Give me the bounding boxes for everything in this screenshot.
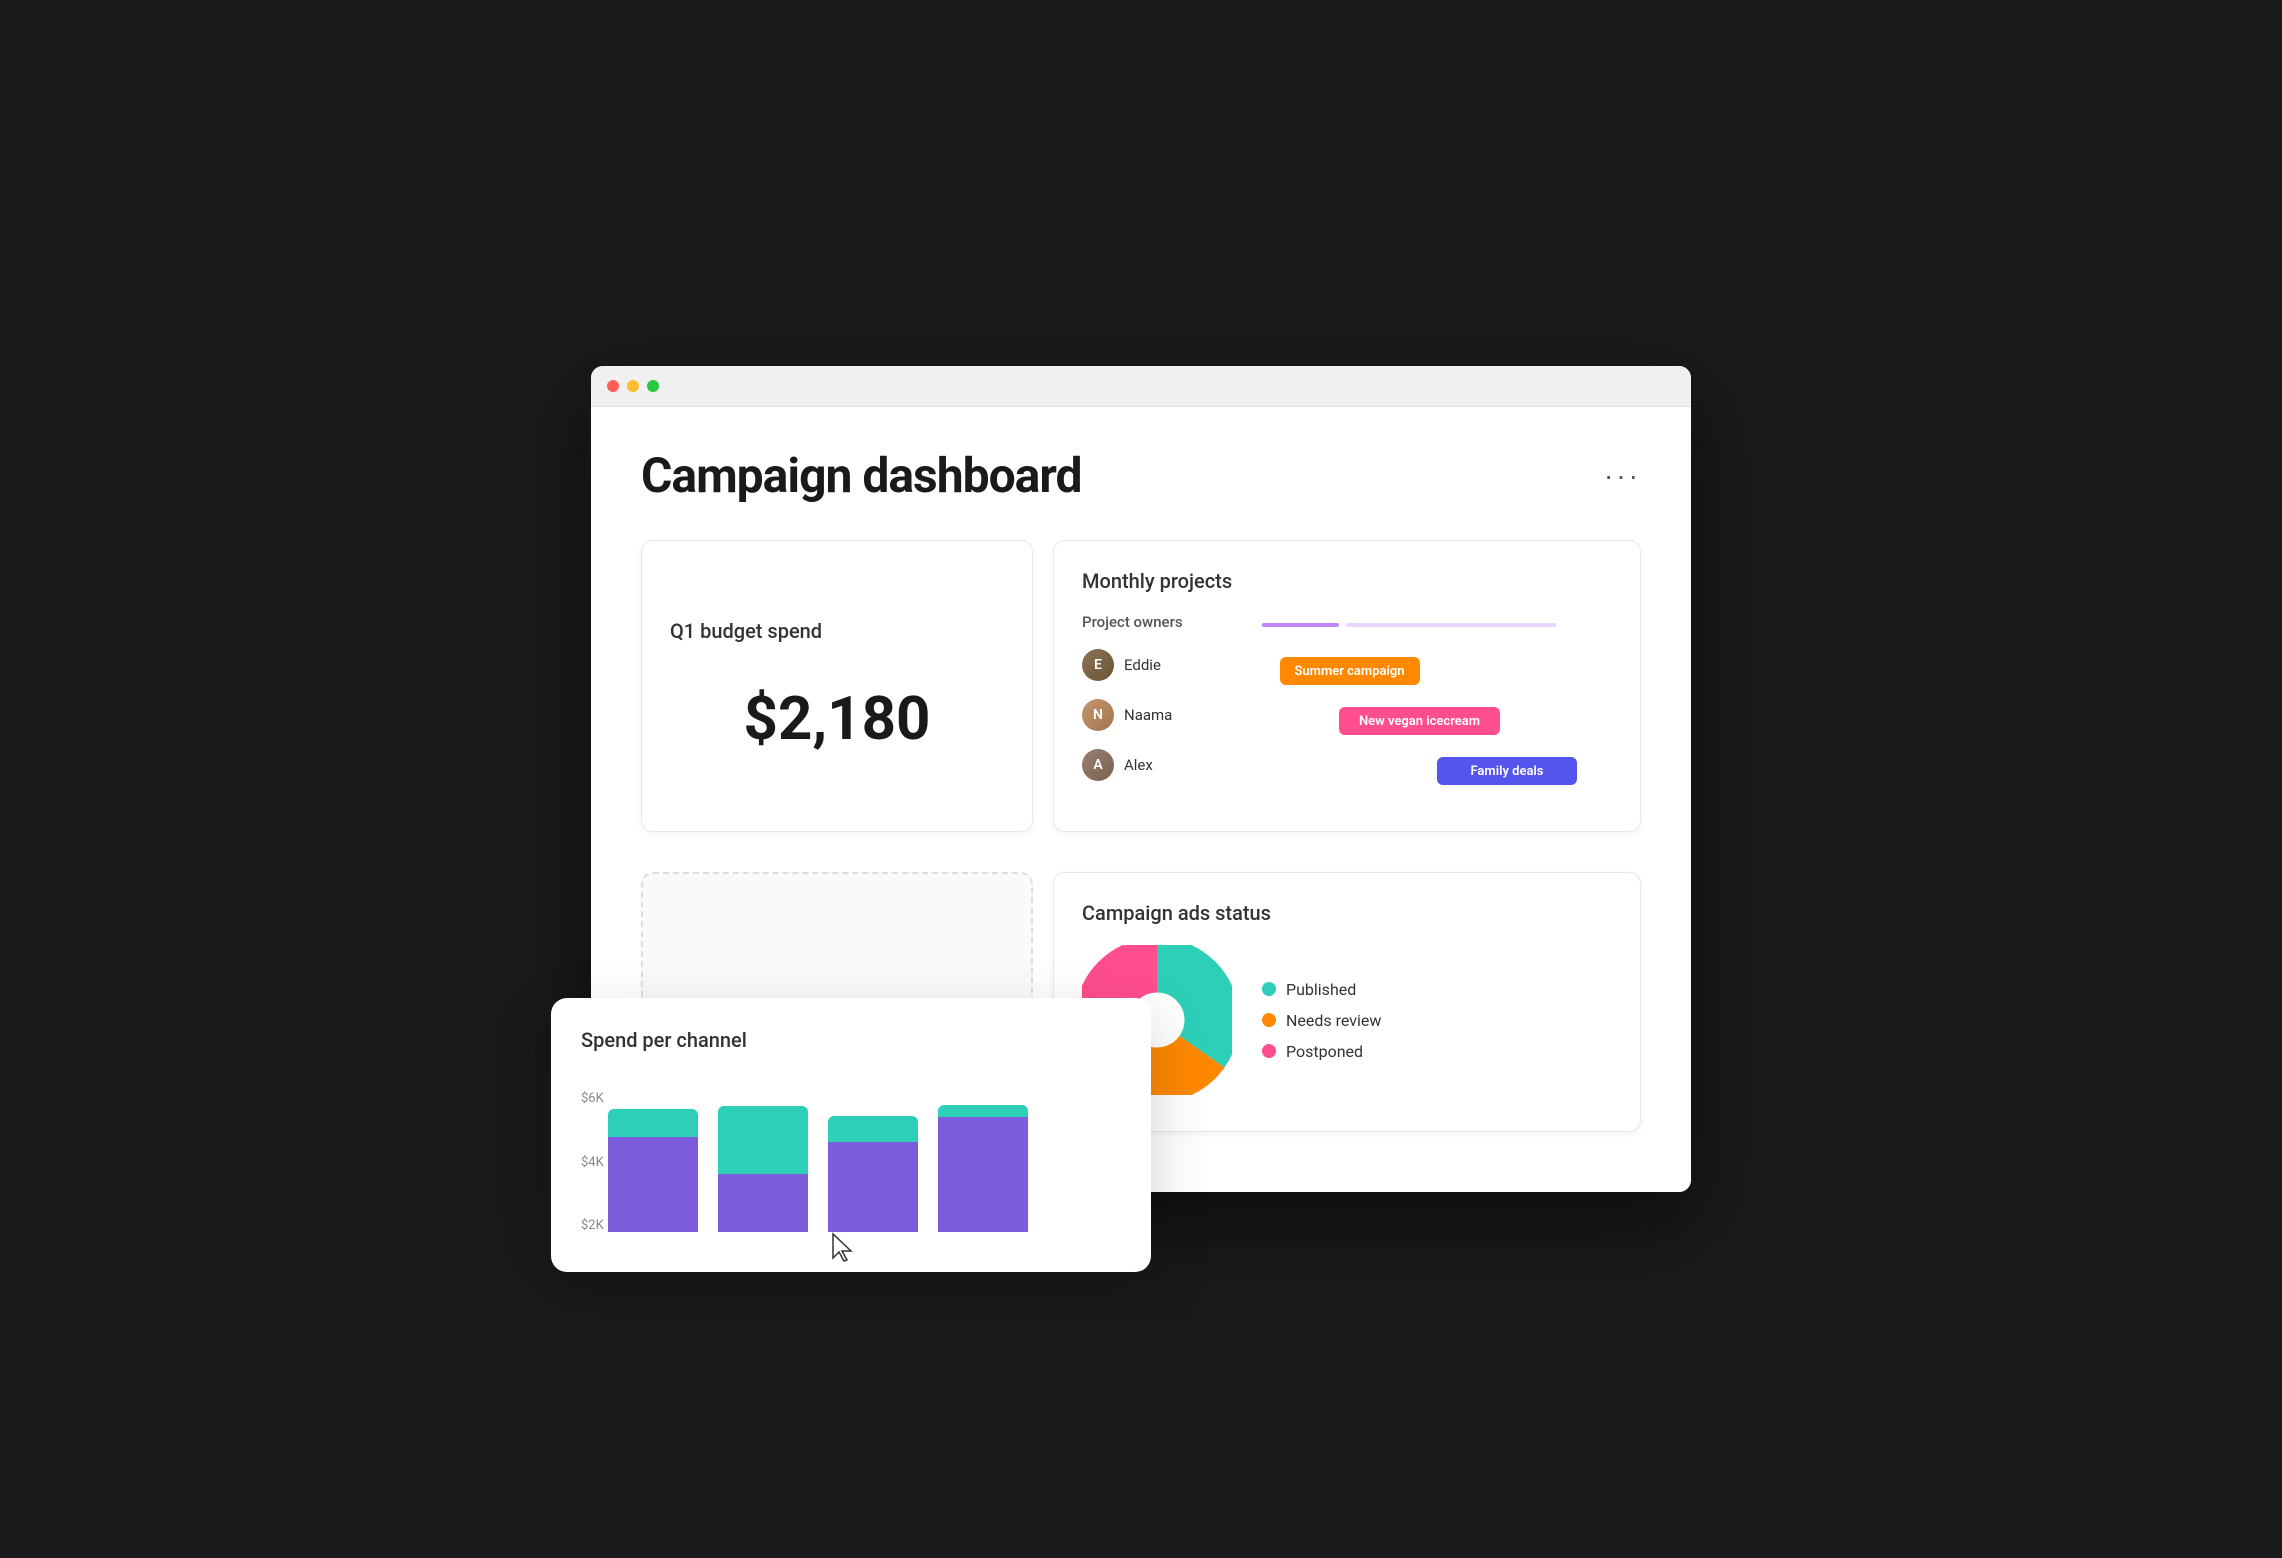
browser-window: Campaign dashboard ··· Q1 budget spend $…	[591, 366, 1691, 1192]
dashboard-header: Campaign dashboard ···	[641, 447, 1641, 504]
gantt-chart-col: Summer campaign New vegan icecream	[1262, 613, 1612, 803]
bar-3-top	[828, 1116, 918, 1142]
browser-titlebar	[591, 366, 1691, 407]
cursor-area	[581, 1232, 1121, 1252]
bar-2-top	[718, 1106, 808, 1174]
legend-item-published: Published	[1262, 980, 1381, 999]
legend-item-postponed: Postponed	[1262, 1042, 1381, 1061]
published-label: Published	[1286, 980, 1356, 999]
page-title: Campaign dashboard	[641, 447, 1082, 504]
bar-2-bottom	[718, 1174, 808, 1232]
owner-row-alex: A Alex	[1082, 747, 1262, 783]
monthly-card-title: Monthly projects	[1082, 569, 1612, 593]
bar-group-1	[608, 1092, 698, 1232]
monthly-projects-card: Monthly projects Project owners E Eddie …	[1053, 540, 1641, 832]
avatar-naama: N	[1082, 699, 1114, 731]
gantt-row-summer: Summer campaign	[1262, 653, 1612, 689]
browser-content: Campaign dashboard ··· Q1 budget spend $…	[591, 407, 1691, 1192]
owner-name-alex: Alex	[1124, 756, 1153, 774]
ads-card-title: Campaign ads status	[1082, 901, 1612, 925]
pie-section: Published Needs review Postponed	[1082, 945, 1612, 1095]
project-owners-col: Project owners E Eddie N Naama A Alex	[1082, 613, 1262, 803]
gantt-row-family: Family deals	[1262, 753, 1612, 789]
chart-bars	[608, 1092, 1028, 1232]
spend-card-title: Spend per channel	[581, 1028, 1121, 1052]
owner-row-eddie: E Eddie	[1082, 647, 1262, 683]
avatar-alex: A	[1082, 749, 1114, 781]
review-label: Needs review	[1286, 1011, 1381, 1030]
legend-item-review: Needs review	[1262, 1011, 1381, 1030]
y-axis-labels: $6K $4K $2K	[581, 1092, 604, 1232]
avatar-eddie: E	[1082, 649, 1114, 681]
bar-group-3	[828, 1092, 918, 1232]
owner-row-naama: N Naama	[1082, 697, 1262, 733]
spend-card-wrapper: Spend per channel $6K $4K $2K	[551, 998, 1151, 1272]
budget-card-title: Q1 budget spend	[670, 619, 1004, 643]
bar-1-bottom	[608, 1137, 698, 1232]
bar-4-bottom	[938, 1117, 1028, 1232]
published-dot	[1262, 982, 1276, 996]
gantt-bar-vegan[interactable]: New vegan icecream	[1339, 707, 1500, 735]
owner-name-naama: Naama	[1124, 706, 1172, 724]
gantt-container: Project owners E Eddie N Naama A Alex	[1082, 613, 1612, 803]
bar-group-2	[718, 1092, 808, 1232]
family-deals-label: Family deals	[1470, 764, 1543, 779]
gantt-row-vegan: New vegan icecream	[1262, 703, 1612, 739]
browser-dot-yellow[interactable]	[627, 380, 639, 392]
spend-card: Spend per channel $6K $4K $2K	[551, 998, 1151, 1272]
y-label-2k: $2K	[581, 1219, 604, 1232]
bar-3-bottom	[828, 1142, 918, 1232]
postponed-label: Postponed	[1286, 1042, 1363, 1061]
owner-name-eddie: Eddie	[1124, 656, 1161, 674]
budget-amount: $2,180	[670, 683, 1004, 754]
summer-campaign-label: Summer campaign	[1294, 664, 1404, 679]
postponed-dot	[1262, 1044, 1276, 1058]
browser-dot-red[interactable]	[607, 380, 619, 392]
chart-with-labels: $6K $4K $2K	[581, 1072, 1121, 1232]
cursor-icon	[831, 1232, 855, 1262]
browser-dot-green[interactable]	[647, 380, 659, 392]
y-label-4k: $4K	[581, 1156, 604, 1169]
bar-group-4	[938, 1092, 1028, 1232]
more-menu-button[interactable]: ···	[1604, 460, 1641, 492]
y-label-6k: $6K	[581, 1092, 604, 1105]
gantt-bar-summer[interactable]: Summer campaign	[1280, 657, 1420, 685]
bar-4-top	[938, 1105, 1028, 1117]
gantt-bar-family[interactable]: Family deals	[1437, 757, 1577, 785]
budget-card: Q1 budget spend $2,180	[641, 540, 1033, 832]
review-dot	[1262, 1013, 1276, 1027]
bar-1-top	[608, 1109, 698, 1137]
vegan-icecream-label: New vegan icecream	[1359, 714, 1480, 729]
legend: Published Needs review Postponed	[1262, 980, 1381, 1061]
gantt-header	[1262, 613, 1612, 637]
owners-label: Project owners	[1082, 613, 1262, 631]
